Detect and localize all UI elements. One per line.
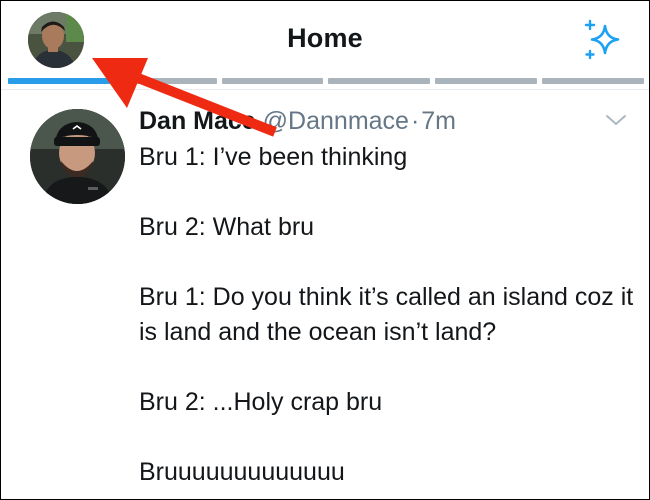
tweet-text: Bru 1: I’ve been thinking Bru 2: What br… — [139, 140, 639, 499]
tweet-line: Bru 1: Do you think it’s called an islan… — [139, 283, 634, 346]
separator-dot: · — [410, 107, 420, 135]
segment-active — [8, 78, 110, 84]
timeline-segments — [8, 78, 644, 84]
sparkle-button[interactable] — [581, 17, 625, 61]
sparkle-icon — [584, 19, 620, 60]
top-bar: Home — [1, 1, 649, 84]
tweet-header: Dan Mace @Dannmace·7m — [139, 104, 456, 138]
segment — [221, 78, 324, 84]
tweet[interactable]: Dan Mace @Dannmace·7m Bru 1: I’ve been t… — [1, 90, 649, 499]
timestamp[interactable]: 7m — [421, 107, 456, 135]
tweet-line: Bru 2: What bru — [139, 213, 315, 241]
handle[interactable]: @Dannmace — [263, 107, 409, 135]
tweet-line: Bru 1: I’ve been thinking — [139, 143, 408, 171]
tweet-line: Bru 2: ...Holy crap bru — [139, 388, 383, 416]
segment — [542, 78, 644, 84]
author-avatar-icon — [30, 109, 125, 204]
segment — [435, 78, 538, 84]
display-name[interactable]: Dan Mace — [139, 107, 256, 135]
app-frame: Home Dan Mace @Dannmace·7m Bru 1: I’ve b… — [0, 0, 650, 500]
segment — [114, 78, 217, 84]
page-title: Home — [287, 23, 363, 53]
chevron-down-icon — [606, 115, 626, 125]
author-avatar[interactable] — [30, 109, 125, 204]
more-options-button[interactable] — [604, 112, 628, 128]
tweet-line: Bruuuuuuuuuuuuu — [139, 458, 345, 486]
segment — [328, 78, 431, 84]
